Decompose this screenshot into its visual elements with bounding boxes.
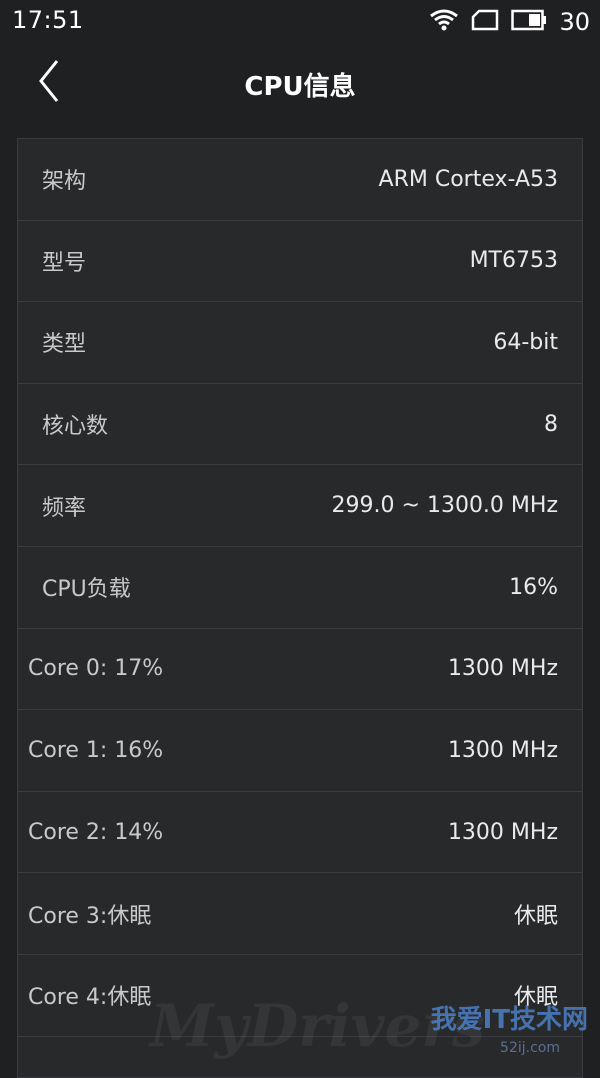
info-row-core-1: Core 1: 16% 1300 MHz — [18, 710, 582, 792]
status-icons: 30 — [429, 6, 590, 38]
battery-icon — [511, 9, 547, 35]
row-value: 64-bit — [493, 329, 558, 355]
info-row-cpu-load: CPU负载 16% — [18, 547, 582, 629]
info-row-core-4: Core 4:休眠 休眠 — [18, 955, 582, 1037]
row-label: Core 4:休眠 — [28, 985, 152, 1011]
info-row-core-count: 核心数 8 — [18, 384, 582, 466]
info-row-core-3: Core 3:休眠 休眠 — [18, 873, 582, 955]
row-value: 299.0 ~ 1300.0 MHz — [331, 493, 558, 519]
app-bar: CPU信息 — [0, 44, 600, 124]
battery-level: 30 — [559, 8, 590, 36]
info-row-frequency: 频率 299.0 ~ 1300.0 MHz — [18, 465, 582, 547]
row-value: 1300 MHz — [447, 656, 558, 682]
row-label: CPU负载 — [42, 577, 131, 603]
row-label: Core 2: 14% — [28, 819, 164, 845]
row-label: 架构 — [42, 169, 87, 195]
info-row-type: 类型 64-bit — [18, 302, 582, 384]
row-label: Core 1: 16% — [28, 737, 164, 763]
row-value: 1300 MHz — [447, 737, 558, 763]
row-value: ARM Cortex-A53 — [378, 166, 558, 192]
row-label: 频率 — [42, 495, 87, 521]
row-value: MT6753 — [469, 248, 558, 274]
row-label: 类型 — [42, 332, 87, 358]
row-value: 休眠 — [513, 985, 558, 1011]
row-value: 休眠 — [513, 903, 558, 929]
info-row-architecture: 架构 ARM Cortex-A53 — [18, 139, 582, 221]
page-title: CPU信息 — [244, 72, 356, 102]
row-label: 核心数 — [42, 414, 109, 440]
row-value: 8 — [544, 411, 558, 437]
status-bar: 17:51 30 — [0, 0, 600, 44]
info-row-core-0: Core 0: 17% 1300 MHz — [18, 629, 582, 711]
cpu-info-list: 架构 ARM Cortex-A53 型号 MT6753 类型 64-bit 核心… — [17, 138, 583, 1078]
row-label: 型号 — [42, 250, 87, 276]
info-row-core-2: Core 2: 14% 1300 MHz — [18, 792, 582, 874]
wifi-icon — [429, 8, 459, 36]
row-value: 1300 MHz — [447, 819, 558, 845]
info-row-model: 型号 MT6753 — [18, 221, 582, 303]
sim-icon — [471, 9, 499, 35]
status-time: 17:51 — [12, 6, 84, 34]
row-label: Core 3:休眠 — [28, 903, 152, 929]
row-value: 16% — [509, 574, 558, 600]
row-label: Core 0: 17% — [28, 656, 164, 682]
